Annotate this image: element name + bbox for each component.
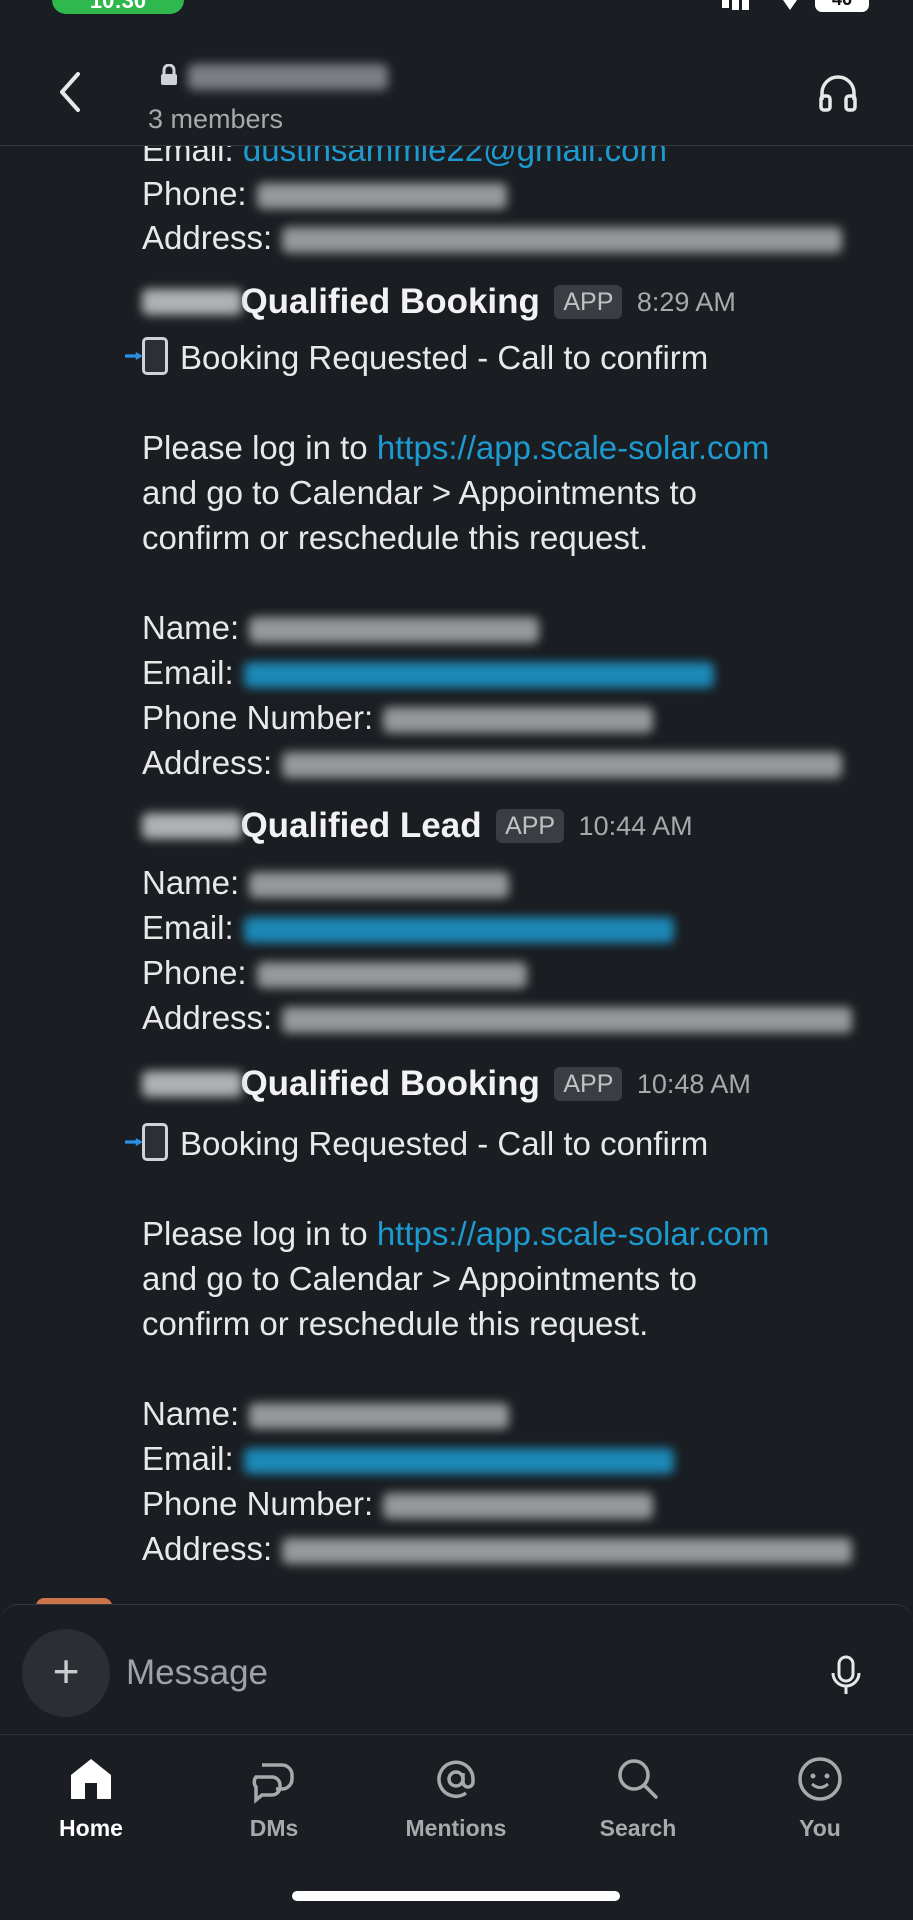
redacted-phone [256,183,507,210]
message-title: Booking Requested - Call to confirm [142,336,708,380]
message-field-phone: Phone: [142,951,527,995]
app-link[interactable]: https://app.scale-solar.com [377,429,770,466]
tab-you[interactable]: You [740,1735,900,1865]
message-field-name: Name: [142,861,510,905]
home-icon [71,1759,111,1799]
message-field-address: Address: [142,996,853,1040]
message-field-address: Address: [142,216,843,260]
message-field-address: Address: [142,741,843,785]
sender-avatar-name[interactable] [142,1071,242,1097]
tab-dms[interactable]: DMs [194,1735,354,1865]
redacted-address [282,1007,853,1034]
tab-home[interactable]: Home [11,1735,171,1865]
message-field-name: Name: [142,606,540,650]
dms-icon [252,1763,294,1804]
add-attachment-button[interactable]: + [22,1629,110,1717]
message-body-line: confirm or reschedule this request. [142,1305,649,1342]
mobile-phone-icon [142,337,168,375]
status-bar: 10:30 46 [0,0,913,18]
message-field-name: Name: [142,1392,510,1436]
redacted-name [249,872,510,899]
sender-avatar-name[interactable] [142,289,242,315]
tab-bar: Home DMs Mentions Search You [0,1734,913,1920]
message-field-email: Email: dustinsammie22@gmail.com [142,146,667,172]
message-body-line: confirm or reschedule this request. [142,519,649,556]
message-body-line: and go to Calendar > Appointments to [142,474,697,511]
microphone-icon[interactable] [826,1653,866,1697]
battery-indicator: 46 [815,0,869,12]
redacted-phone [383,707,654,734]
at-sign-icon [437,1760,475,1798]
sender-name[interactable]: Qualified Booking [240,1064,539,1103]
redacted-email-link[interactable] [243,662,714,689]
message-field-email: Email: [142,906,674,950]
app-badge: APP [496,809,565,843]
message-body-line: and go to Calendar > Appointments to [142,1260,697,1297]
app-link[interactable]: https://app.scale-solar.com [377,1215,770,1252]
app-badge: APP [554,285,623,319]
message-time: 10:44 AM [578,810,693,841]
message-input[interactable] [124,1641,784,1705]
members-count[interactable]: 3 members [148,104,283,135]
chevron-left-icon[interactable] [50,64,90,120]
status-time: 10:30 [52,0,184,14]
message-title: Booking Requested - Call to confirm [142,1122,708,1166]
redacted-address [282,227,843,254]
message-header: Qualified Lead APP 10:44 AM [142,806,693,856]
redacted-phone [383,1493,654,1520]
channel-header: 3 members [0,40,913,146]
message-time: 10:48 AM [636,1068,751,1099]
message-body-line: Please log in to https://app.scale-solar… [142,429,770,466]
redacted-name [249,1403,510,1430]
message-header: Qualified Booking APP 10:48 AM [142,1064,751,1114]
message-field-phone: Phone Number: [142,1482,654,1526]
tab-mentions[interactable]: Mentions [376,1735,536,1865]
message-field-phone: Phone: [142,172,507,216]
redacted-address [282,1538,853,1565]
home-indicator [292,1891,620,1901]
profile-icon [798,1757,842,1801]
wifi-icon [783,0,797,10]
message-list[interactable]: Email: dustinsammie22@gmail.com Phone: A… [0,146,913,1606]
headphones-icon[interactable] [815,70,861,116]
channel-name[interactable] [188,64,388,90]
lock-icon [161,64,177,85]
sender-name[interactable]: Qualified Lead [240,806,481,845]
message-field-email: Email: [142,1437,674,1481]
message-time: 8:29 AM [636,286,736,317]
redacted-email-link[interactable] [243,917,674,944]
message-field-phone: Phone Number: [142,696,654,740]
mobile-phone-icon [142,1123,168,1161]
tab-search[interactable]: Search [558,1735,718,1865]
redacted-name [249,617,540,644]
message-field-email: Email: [142,651,714,695]
sender-name[interactable]: Qualified Booking [240,282,539,321]
app-badge: APP [554,1067,623,1101]
plus-icon: + [52,1645,80,1697]
sender-avatar-name[interactable] [142,813,242,839]
message-composer: + [0,1604,913,1734]
search-icon [618,1759,658,1799]
message-field-address: Address: [142,1527,853,1571]
message-header: Qualified Booking APP 8:29 AM [142,282,736,332]
redacted-phone [256,962,527,989]
message-body-line: Please log in to https://app.scale-solar… [142,1215,770,1252]
redacted-email-link[interactable] [243,1448,674,1475]
redacted-address [282,752,843,779]
email-link[interactable]: dustinsammie22@gmail.com [243,146,667,168]
